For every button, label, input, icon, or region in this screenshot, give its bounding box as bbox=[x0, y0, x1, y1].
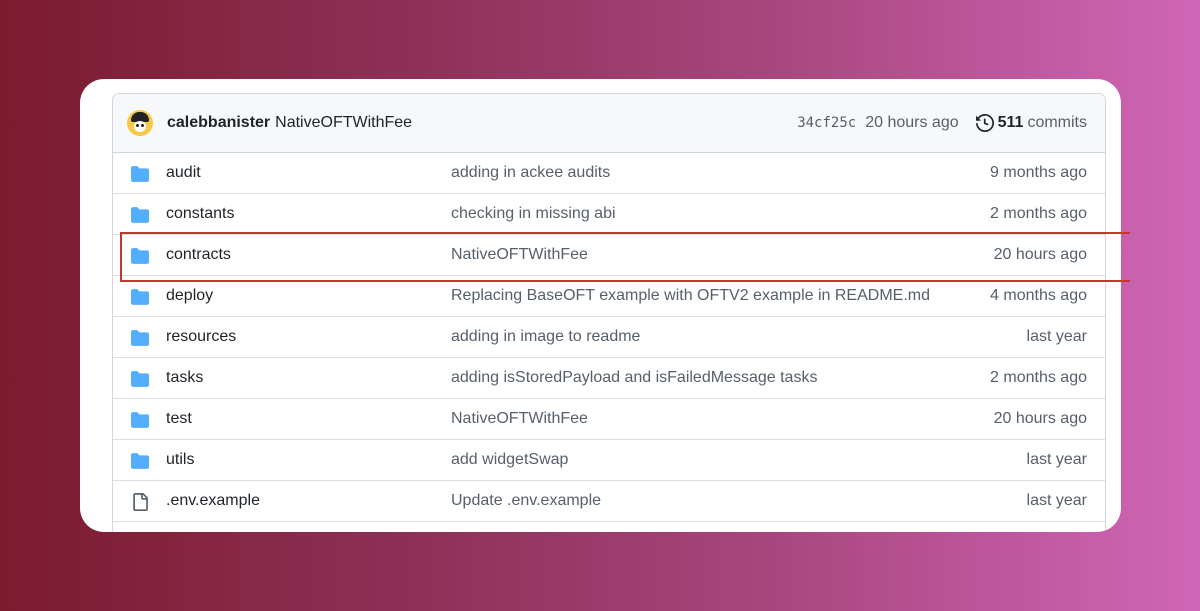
commit-message-link[interactable]: adding in image to readme bbox=[451, 328, 640, 346]
repo-card: calebbanister NativeOFTWithFee 34cf25c 2… bbox=[80, 79, 1121, 532]
file-row[interactable]: contracts NativeOFTWithFee 20 hours ago bbox=[113, 235, 1105, 276]
folder-icon bbox=[131, 289, 149, 305]
commit-message-link[interactable]: adding isStoredPayload and isFailedMessa… bbox=[451, 369, 817, 387]
last-updated: 20 hours ago bbox=[993, 410, 1087, 427]
commit-message-link[interactable]: checking in missing abi bbox=[451, 205, 616, 223]
commit-message-link[interactable]: NativeOFTWithFee bbox=[451, 246, 588, 264]
file-name-link[interactable]: resources bbox=[166, 328, 236, 346]
file-row[interactable]: deploy Replacing BaseOFT example with OFT… bbox=[113, 276, 1105, 317]
file-row[interactable]: resources adding in image to readme last y… bbox=[113, 317, 1105, 358]
file-name-link[interactable]: utils bbox=[166, 451, 194, 469]
file-row[interactable]: audit adding in ackee audits 9 months ago bbox=[113, 153, 1105, 194]
commit-message-link[interactable]: NativeOFTWithFee bbox=[451, 410, 588, 428]
last-updated: 4 months ago bbox=[990, 287, 1087, 304]
last-updated: 9 months ago bbox=[990, 164, 1087, 181]
commit-message-link[interactable]: Replacing BaseOFT example with OFTV2 exa… bbox=[451, 287, 930, 305]
folder-icon bbox=[131, 412, 149, 428]
file-browser: calebbanister NativeOFTWithFee 34cf25c 2… bbox=[112, 93, 1106, 532]
file-name-link[interactable]: constants bbox=[166, 205, 234, 223]
last-updated: 20 hours ago bbox=[993, 246, 1087, 263]
file-row[interactable]: constants checking in missing abi 2 months… bbox=[113, 194, 1105, 235]
folder-icon bbox=[131, 207, 149, 223]
folder-icon bbox=[131, 330, 149, 346]
commit-author-link[interactable]: calebbanister bbox=[167, 114, 270, 132]
file-name-link[interactable]: deploy bbox=[166, 287, 213, 305]
commit-message-link[interactable]: Update .env.example bbox=[451, 492, 601, 510]
file-name-link[interactable]: .env.example bbox=[166, 492, 260, 510]
commit-time: 20 hours ago bbox=[865, 114, 959, 131]
folder-icon bbox=[131, 453, 149, 469]
file-row[interactable]: utils add widgetSwap last year bbox=[113, 440, 1105, 481]
folder-icon bbox=[131, 166, 149, 182]
author-avatar[interactable] bbox=[127, 110, 153, 136]
latest-commit-bar: calebbanister NativeOFTWithFee 34cf25c 2… bbox=[113, 94, 1105, 153]
file-name-link[interactable]: tasks bbox=[166, 369, 203, 387]
file-name-link[interactable]: test bbox=[166, 410, 192, 428]
commit-count: 511 bbox=[997, 114, 1024, 131]
last-updated: last year bbox=[1026, 328, 1087, 345]
commit-message-link[interactable]: NativeOFTWithFee bbox=[275, 114, 412, 132]
commits-label: commits bbox=[1027, 114, 1087, 131]
commit-message-link[interactable]: add widgetSwap bbox=[451, 451, 568, 469]
file-row[interactable]: test NativeOFTWithFee 20 hours ago bbox=[113, 399, 1105, 440]
last-updated: last year bbox=[1026, 492, 1087, 509]
commit-history-link[interactable]: 511 commits bbox=[975, 114, 1087, 132]
file-icon bbox=[133, 493, 148, 511]
file-row[interactable]: tasks adding isStoredPayload and isFailed… bbox=[113, 358, 1105, 399]
last-updated: 2 months ago bbox=[990, 369, 1087, 386]
commit-sha-link[interactable]: 34cf25c bbox=[797, 115, 856, 131]
last-updated: last year bbox=[1026, 451, 1087, 468]
folder-icon bbox=[131, 371, 149, 387]
file-row[interactable]: .env.example Update .env.example last year bbox=[113, 481, 1105, 522]
file-name-link[interactable]: contracts bbox=[166, 246, 231, 264]
history-icon bbox=[975, 114, 994, 132]
file-name-link[interactable]: audit bbox=[166, 164, 201, 182]
commit-message-link[interactable]: adding in ackee audits bbox=[451, 164, 610, 182]
folder-icon bbox=[131, 248, 149, 264]
last-updated: 2 months ago bbox=[990, 205, 1087, 222]
